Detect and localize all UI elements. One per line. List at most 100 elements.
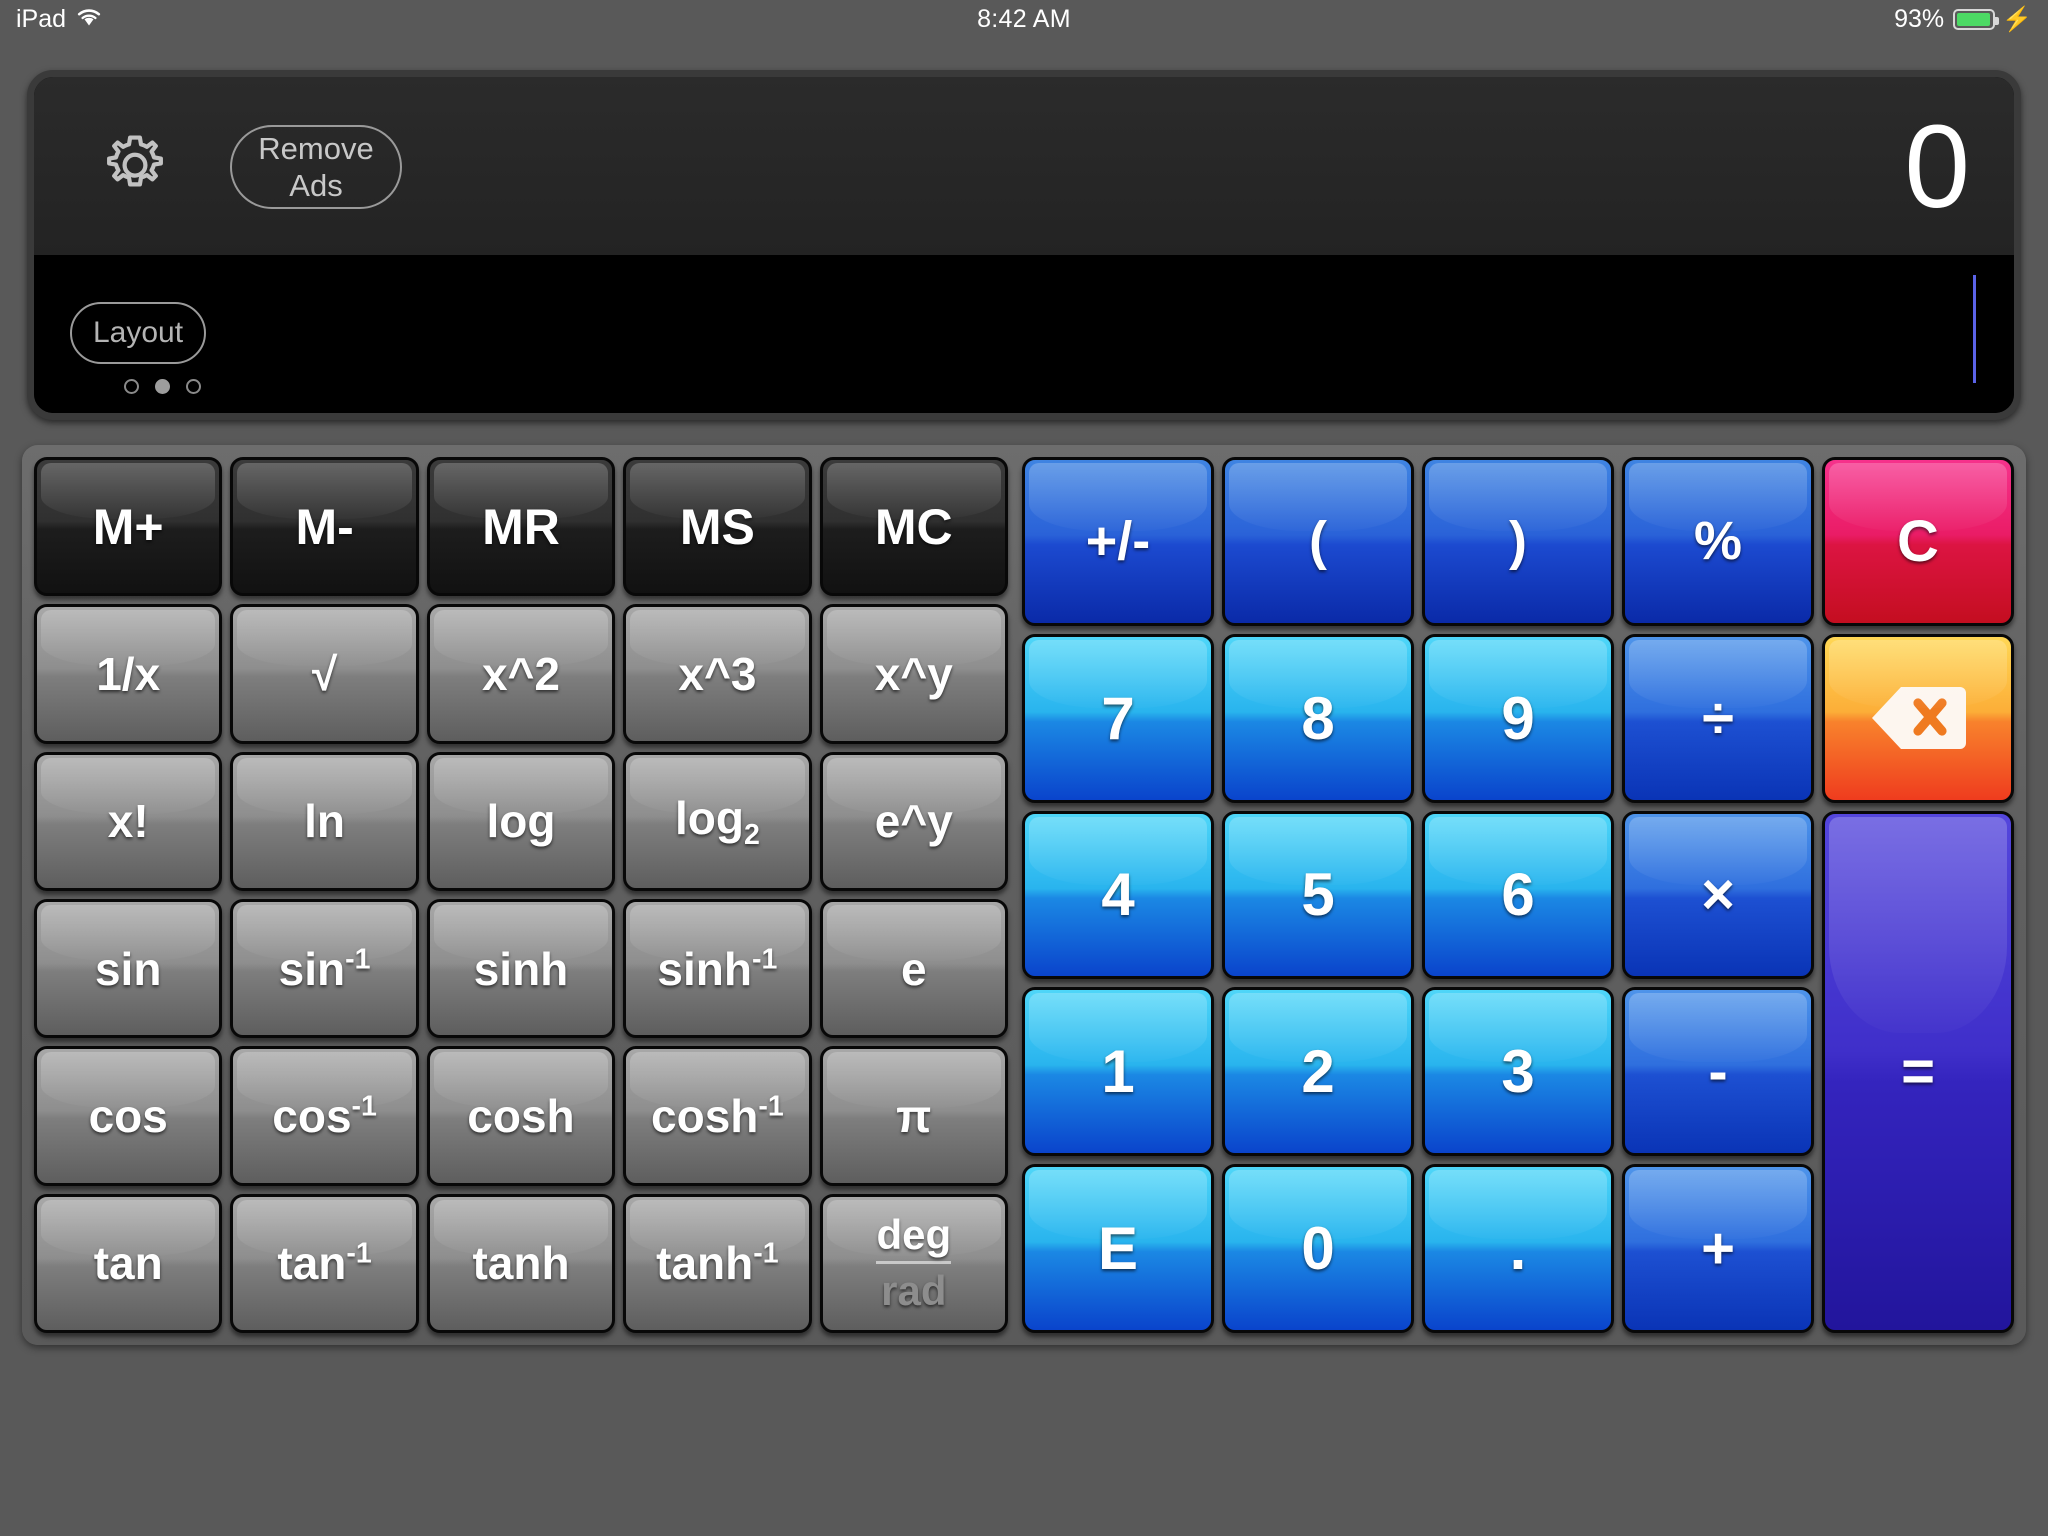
key-label: cosh: [467, 1089, 575, 1142]
key-label: =: [1901, 1039, 1935, 1105]
key-label: cosh-1: [651, 1089, 784, 1142]
keypad-panel: M+ M- MR MS MC 1/x √ x^2 x^3 x^y x! ln log log2 e^y sin…: [22, 445, 2026, 1345]
digit-6-key[interactable]: 6: [1422, 810, 1614, 980]
arctanh-key[interactable]: tanh-1: [623, 1193, 812, 1333]
remove-ads-button[interactable]: Remove Ads: [230, 125, 402, 209]
key-label: -: [1708, 1039, 1728, 1105]
key-label: log: [486, 795, 556, 848]
tanh-key[interactable]: tanh: [426, 1193, 616, 1333]
square-root-key[interactable]: √: [230, 604, 419, 744]
key-label: MR: [482, 498, 560, 555]
exp-key[interactable]: e^y: [819, 751, 1008, 891]
backspace-key[interactable]: [1822, 633, 2014, 803]
page-dot-2[interactable]: [155, 379, 170, 394]
key-label: 2: [1301, 1038, 1335, 1106]
battery-icon: [1953, 9, 2000, 30]
cube-key[interactable]: x^3: [623, 604, 812, 744]
power-key[interactable]: x^y: [819, 604, 1008, 744]
add-key[interactable]: +: [1622, 1164, 1814, 1333]
arctan-key[interactable]: tan-1: [230, 1193, 419, 1333]
numeric-keypad-grid: +/- ()% C 7 8 9 ÷ 4 5 6 × = 1 2 3 - E 0. +: [1022, 457, 2014, 1333]
subtract-key[interactable]: -: [1622, 987, 1814, 1157]
key-label: E: [1097, 1215, 1139, 1283]
gear-icon[interactable]: [96, 127, 174, 205]
arccosh-key[interactable]: cosh-1: [623, 1046, 812, 1186]
key-label: tanh-1: [656, 1237, 779, 1290]
digit-1-key[interactable]: 1: [1022, 987, 1214, 1157]
sinh-key[interactable]: sinh: [426, 898, 616, 1039]
deg-rad-toggle-key[interactable]: deg rad: [819, 1193, 1008, 1333]
key-superscript: -1: [751, 943, 778, 976]
decimal-point-key[interactable]: .: [1422, 1164, 1614, 1333]
key-label: e: [900, 942, 927, 995]
sin-key[interactable]: sin: [34, 898, 223, 1039]
open-paren-key[interactable]: (: [1222, 457, 1414, 626]
result-display-value: 0: [1904, 101, 1970, 233]
digit-2-key[interactable]: 2: [1222, 987, 1414, 1157]
memory-store-key[interactable]: MS: [623, 457, 812, 597]
calculator-display-panel: Remove Ads 0 Layout: [27, 70, 2021, 420]
digit-7-key[interactable]: 7: [1022, 633, 1214, 803]
key-label: π: [896, 1089, 932, 1142]
key-superscript: -1: [753, 1237, 779, 1270]
digit-8-key[interactable]: 8: [1222, 633, 1414, 803]
square-key[interactable]: x^2: [426, 604, 616, 744]
log-base-2-key[interactable]: log2: [623, 751, 812, 891]
memory-add-key[interactable]: M+: [34, 457, 223, 597]
page-indicator-dots[interactable]: [124, 379, 201, 394]
digit-5-key[interactable]: 5: [1222, 810, 1414, 980]
layout-button[interactable]: Layout: [70, 302, 206, 364]
key-superscript: -1: [346, 1237, 372, 1270]
reciprocal-key[interactable]: 1/x: [34, 604, 223, 744]
cos-key[interactable]: cos: [34, 1046, 223, 1186]
expression-input-area[interactable]: Layout: [34, 257, 2014, 413]
key-superscript: -1: [345, 943, 371, 976]
arccos-key[interactable]: cos-1: [230, 1046, 419, 1186]
page-dot-1[interactable]: [124, 379, 139, 394]
cosh-key[interactable]: cosh: [426, 1046, 616, 1186]
key-label: sin-1: [278, 942, 371, 995]
key-label: 4: [1101, 861, 1135, 929]
key-label: C: [1897, 508, 1939, 574]
divide-key[interactable]: ÷: [1622, 633, 1814, 803]
clear-key[interactable]: C: [1822, 457, 2014, 626]
page-dot-3[interactable]: [186, 379, 201, 394]
close-paren-key[interactable]: ): [1422, 457, 1614, 626]
equals-key[interactable]: =: [1822, 810, 2014, 1333]
tan-key[interactable]: tan: [34, 1193, 223, 1333]
key-label: tanh: [472, 1237, 570, 1290]
key-label: 8: [1301, 684, 1335, 752]
key-label: sinh-1: [657, 942, 778, 995]
arcsin-key[interactable]: sin-1: [230, 898, 419, 1039]
key-label: 3: [1501, 1038, 1535, 1106]
log-key[interactable]: log: [426, 751, 616, 891]
key-label: cos-1: [272, 1089, 377, 1142]
key-label: log2: [674, 791, 760, 851]
key-label: M+: [92, 498, 164, 555]
key-label: e^y: [874, 795, 953, 848]
scientific-keypad-grid: M+ M- MR MS MC 1/x √ x^2 x^3 x^y x! ln log log2 e^y sin…: [34, 457, 1008, 1333]
memory-clear-key[interactable]: MC: [819, 457, 1008, 597]
pi-key[interactable]: π: [819, 1046, 1008, 1186]
exponent-key[interactable]: E: [1022, 1164, 1214, 1333]
arcsinh-key[interactable]: sinh-1: [623, 898, 812, 1039]
multiply-key[interactable]: ×: [1622, 810, 1814, 980]
digit-4-key[interactable]: 4: [1022, 810, 1214, 980]
sign-toggle-key[interactable]: +/-: [1022, 457, 1214, 626]
key-subscript: 2: [743, 818, 760, 851]
backspace-icon: [1872, 687, 1966, 750]
key-label: 5: [1301, 861, 1335, 929]
euler-constant-key[interactable]: e: [819, 898, 1008, 1039]
memory-subtract-key[interactable]: M-: [230, 457, 419, 597]
key-label: tan: [93, 1237, 163, 1290]
status-bar-clock: 8:42 AM: [977, 5, 1071, 33]
key-label: %: [1693, 511, 1742, 572]
key-label: x^2: [481, 647, 560, 700]
percent-key[interactable]: %: [1622, 457, 1814, 626]
natural-log-key[interactable]: ln: [230, 751, 419, 891]
digit-9-key[interactable]: 9: [1422, 633, 1614, 803]
memory-recall-key[interactable]: MR: [426, 457, 616, 597]
factorial-key[interactable]: x!: [34, 751, 223, 891]
digit-3-key[interactable]: 3: [1422, 987, 1614, 1157]
digit-0-key[interactable]: 0: [1222, 1164, 1414, 1333]
